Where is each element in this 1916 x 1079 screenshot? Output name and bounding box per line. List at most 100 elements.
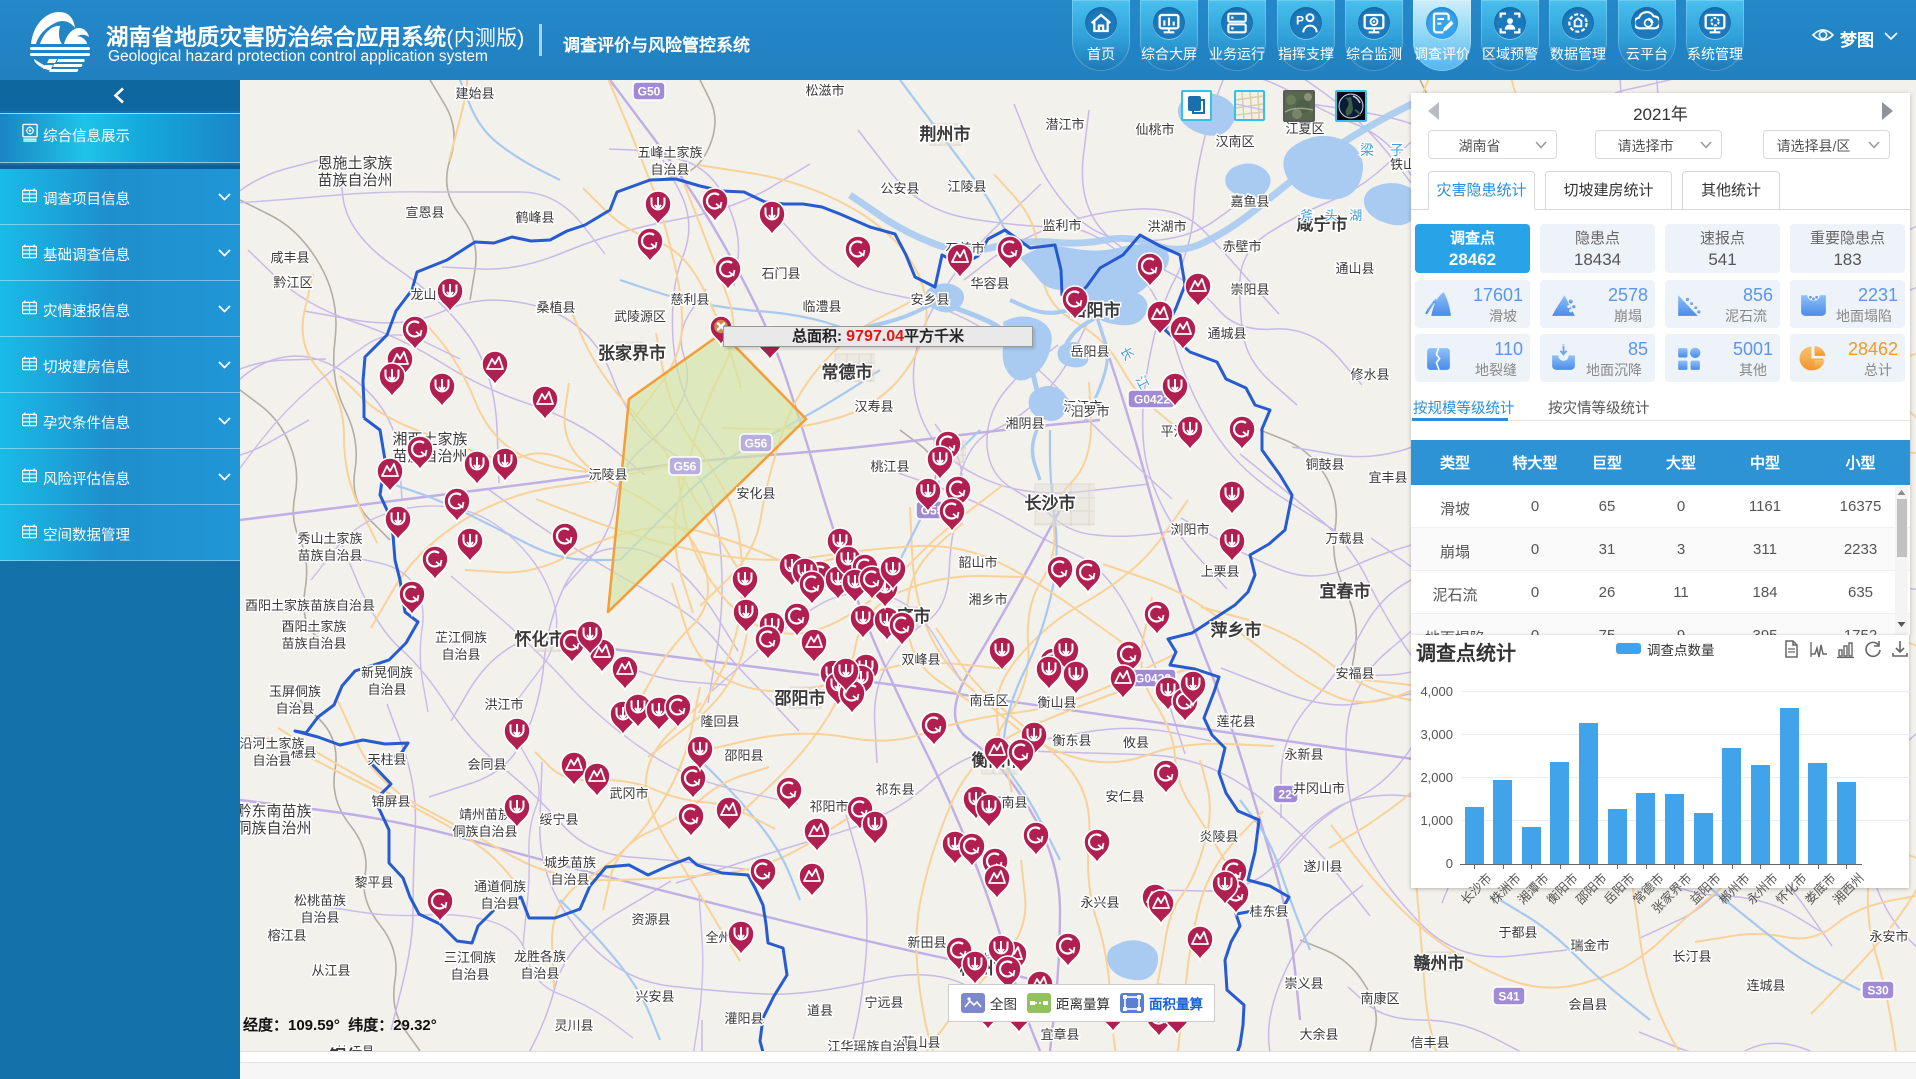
- svg-text:安福县: 安福县: [1335, 666, 1374, 681]
- svg-text:兴安县: 兴安县: [635, 989, 674, 1004]
- svg-text:自治县: 自治县: [300, 910, 339, 925]
- svg-text:洪江市: 洪江市: [484, 697, 523, 712]
- svg-text:衡东县: 衡东县: [1052, 733, 1091, 748]
- svg-text:苗族自治县: 苗族自治县: [281, 636, 346, 651]
- svg-text:上栗县: 上栗县: [1200, 564, 1239, 579]
- svg-text:公安县: 公安县: [880, 181, 919, 196]
- svg-text:自治县: 自治县: [275, 701, 314, 716]
- svg-text:鹤峰县: 鹤峰县: [515, 210, 554, 225]
- svg-text:通道侗族: 通道侗族: [474, 879, 526, 894]
- svg-text:自治县: 自治县: [367, 682, 406, 697]
- svg-text:临澧县: 临澧县: [802, 299, 841, 314]
- svg-text:侗族自治州: 侗族自治州: [240, 820, 312, 837]
- svg-text:常德市: 常德市: [822, 362, 873, 382]
- svg-text:武冈市: 武冈市: [609, 786, 648, 801]
- svg-text:监利市: 监利市: [1042, 218, 1081, 233]
- svg-text:桃江县: 桃江县: [870, 459, 909, 474]
- svg-text:天柱县: 天柱县: [367, 752, 406, 767]
- svg-text:侗族自治县: 侗族自治县: [452, 824, 517, 839]
- svg-text:安化县: 安化县: [736, 486, 775, 501]
- svg-text:酉阳土家族: 酉阳土家族: [281, 619, 346, 634]
- svg-text:锦屏县: 锦屏县: [371, 794, 410, 809]
- svg-text:赤壁市: 赤壁市: [1222, 239, 1261, 254]
- svg-text:崇义县: 崇义县: [1284, 976, 1323, 991]
- svg-text:绥宁县: 绥宁县: [539, 812, 578, 827]
- svg-text:咸丰县: 咸丰县: [270, 250, 309, 265]
- svg-text:汉寿县: 汉寿县: [854, 399, 893, 414]
- svg-text:南岳区: 南岳区: [969, 693, 1008, 708]
- svg-text:湘乡市: 湘乡市: [968, 592, 1007, 607]
- svg-text:怀化市: 怀化市: [515, 629, 566, 649]
- svg-text:玉屏侗族: 玉屏侗族: [269, 684, 321, 699]
- svg-text:岳阳县: 岳阳县: [1070, 344, 1109, 359]
- svg-text:武陵源区: 武陵源区: [614, 309, 666, 324]
- svg-text:浏阳市: 浏阳市: [1170, 522, 1209, 537]
- svg-text:宜章县: 宜章县: [1040, 1027, 1079, 1042]
- svg-text:遂川县: 遂川县: [1303, 859, 1342, 874]
- svg-text:G50: G50: [638, 85, 661, 99]
- svg-text:灵川县: 灵川县: [554, 1018, 593, 1033]
- svg-text:张家界市: 张家界市: [598, 343, 666, 363]
- svg-text:邵阳市: 邵阳市: [774, 688, 826, 708]
- svg-text:安仁县: 安仁县: [1105, 789, 1144, 804]
- svg-text:宜春市: 宜春市: [1320, 581, 1371, 601]
- svg-text:S30: S30: [1867, 984, 1889, 998]
- svg-text:酉阳土家族苗族自治县: 酉阳土家族苗族自治县: [245, 598, 375, 613]
- svg-text:安乡县: 安乡县: [910, 292, 949, 307]
- svg-text:江华瑶族自治县: 江华瑶族自治县: [827, 1039, 918, 1051]
- svg-text:三江侗族: 三江侗族: [444, 950, 496, 965]
- svg-text:崇阳县: 崇阳县: [1230, 282, 1269, 297]
- svg-text:新晃侗族: 新晃侗族: [361, 665, 413, 680]
- svg-text:衡山县: 衡山县: [1037, 695, 1076, 710]
- svg-text:五峰土家族: 五峰土家族: [637, 145, 702, 160]
- svg-text:龙胜各族: 龙胜各族: [514, 949, 566, 964]
- svg-text:自治县: 自治县: [550, 872, 589, 887]
- svg-text:建始县: 建始县: [455, 86, 494, 101]
- svg-text:自治县: 自治县: [520, 966, 559, 981]
- svg-text:自治县: 自治县: [450, 967, 489, 982]
- svg-text:城步苗族: 城步苗族: [544, 855, 596, 870]
- svg-text:萍乡市: 萍乡市: [1211, 620, 1262, 640]
- svg-text:G56: G56: [745, 437, 768, 451]
- svg-text:石门县: 石门县: [761, 266, 800, 281]
- svg-text:嘉鱼县: 嘉鱼县: [1230, 194, 1269, 209]
- svg-text:道县: 道县: [807, 1003, 833, 1018]
- svg-text:潜江市: 潜江市: [1045, 117, 1084, 132]
- svg-text:攸县: 攸县: [1123, 735, 1149, 750]
- svg-text:22: 22: [1278, 788, 1292, 802]
- svg-text:苗族自治州: 苗族自治州: [317, 172, 392, 189]
- svg-text:修水县: 修水县: [1350, 367, 1389, 382]
- svg-text:大余县: 大余县: [1299, 1027, 1338, 1042]
- svg-text:仙桃市: 仙桃市: [1135, 122, 1174, 137]
- svg-text:永新县: 永新县: [1284, 747, 1323, 762]
- svg-text:永兴县: 永兴县: [1080, 895, 1119, 910]
- svg-text:斧 头 湖: 斧 头 湖: [1300, 208, 1366, 223]
- svg-text:宜丰县: 宜丰县: [1368, 470, 1407, 485]
- svg-text:自治县: 自治县: [441, 647, 480, 662]
- svg-text:资源县: 资源县: [631, 912, 670, 927]
- svg-text:炎陵县: 炎陵县: [1199, 829, 1238, 844]
- svg-text:自治县: 自治县: [650, 162, 689, 177]
- svg-text:赣州市: 赣州市: [1414, 953, 1465, 973]
- svg-text:湘阴县: 湘阴县: [1005, 416, 1044, 431]
- svg-text:通城县: 通城县: [1207, 326, 1246, 341]
- svg-text:长沙市: 长沙市: [1025, 493, 1076, 513]
- svg-text:靖州苗族: 靖州苗族: [459, 807, 511, 822]
- svg-text:黎平县: 黎平县: [354, 875, 393, 890]
- svg-text:隆回县: 隆回县: [700, 714, 739, 729]
- svg-text:恩施土家族: 恩施土家族: [317, 155, 392, 172]
- svg-text:洪湖市: 洪湖市: [1147, 219, 1186, 234]
- svg-text:连城县: 连城县: [1746, 978, 1785, 993]
- svg-text:铜鼓县: 铜鼓县: [1305, 457, 1344, 472]
- svg-text:桂东县: 桂东县: [1249, 904, 1288, 919]
- svg-text:黔东南苗族: 黔东南苗族: [240, 803, 312, 820]
- svg-text:永安市: 永安市: [1869, 929, 1908, 944]
- svg-text:榕江县: 榕江县: [267, 928, 306, 943]
- svg-text:祁阳市: 祁阳市: [809, 799, 848, 814]
- svg-text:井冈山市: 井冈山市: [1293, 781, 1345, 796]
- svg-text:邵阳县: 邵阳县: [724, 748, 763, 763]
- svg-text:通山县: 通山县: [1335, 261, 1374, 276]
- svg-text:江陵县: 江陵县: [947, 179, 986, 194]
- svg-text:江夏区: 江夏区: [1285, 121, 1324, 136]
- svg-text:华容县: 华容县: [970, 276, 1009, 291]
